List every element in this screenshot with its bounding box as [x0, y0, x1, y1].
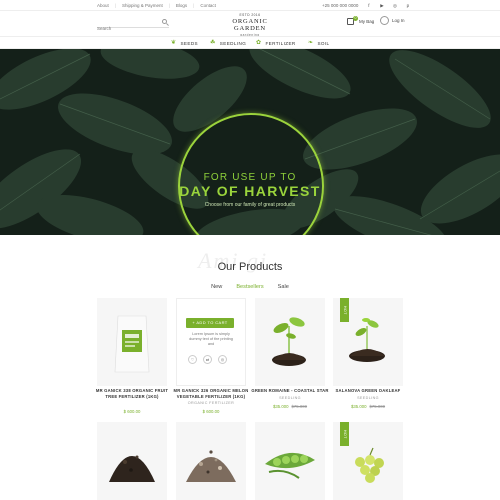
- hero-banner: FOR USE UP TO DAY OF HARVEST Choose from…: [0, 49, 500, 235]
- tab-bestsellers[interactable]: Bestsellers: [236, 284, 263, 290]
- price-current: $ 600.00: [123, 409, 141, 414]
- category-label: FERTILIZER: [265, 40, 296, 46]
- bag-icon: 0: [347, 16, 358, 25]
- product-actions: ♡ ⇄ ◎: [188, 355, 227, 364]
- peas-image: [265, 452, 315, 479]
- search-box: [97, 17, 169, 34]
- fertilizer-icon: ✿: [256, 40, 262, 46]
- top-link-shipping[interactable]: Shipping & Payment: [122, 3, 163, 8]
- category-label: SOIL: [317, 40, 330, 46]
- tab-sale[interactable]: Sale: [278, 284, 289, 290]
- seed-icon: ❦: [171, 40, 177, 46]
- top-bar: About | Shipping & Payment | Blogs | Con…: [0, 0, 500, 11]
- site-logo[interactable]: ESTD 2016 ORGANIC GARDEN gardening: [220, 13, 280, 37]
- cart-count-badge: 0: [353, 16, 358, 21]
- hero-subtitle: Choose from our family of great products: [204, 202, 296, 208]
- logo-est: ESTD 2016: [239, 13, 261, 17]
- product-price: $ 600.00: [171, 409, 251, 414]
- category-label: SEEDLING: [219, 40, 247, 46]
- product-card-7[interactable]: [255, 422, 325, 500]
- hero-headline-1: FOR USE UP TO: [203, 172, 297, 183]
- category-nav: ❦ SEEDS ☘ SEEDLING ✿ FERTILIZER ❧ SOIL: [0, 36, 500, 49]
- soil-pile-image: [109, 455, 155, 482]
- divider: |: [114, 3, 116, 8]
- header: ESTD 2016 ORGANIC GARDEN gardening 0 My …: [0, 11, 500, 37]
- product-name[interactable]: SALANOVA GREEN OAKLEAF: [328, 388, 408, 394]
- fertilizer-bag-image: [114, 315, 150, 373]
- price-current: $35.000: [272, 404, 289, 409]
- section-title: Our Products: [217, 261, 283, 273]
- product-name[interactable]: GREEN ROMAINE - COASTAL STAR: [250, 388, 330, 394]
- hot-badge: HOT: [340, 422, 349, 446]
- cart-label: My Bag: [359, 19, 375, 24]
- category-seeds[interactable]: ❦ SEEDS: [171, 40, 198, 46]
- pinterest-icon[interactable]: p: [405, 3, 410, 8]
- divider: |: [193, 3, 195, 8]
- search-input[interactable]: [97, 23, 159, 34]
- quick-view-icon[interactable]: ◎: [218, 355, 227, 364]
- category-fertilizer[interactable]: ✿ FERTILIZER: [256, 40, 296, 46]
- login-button[interactable]: Log In: [380, 16, 405, 25]
- youtube-icon[interactable]: ▶: [379, 3, 384, 8]
- top-link-contact[interactable]: Contact: [200, 3, 216, 8]
- category-soil[interactable]: ❧ SOIL: [308, 40, 330, 46]
- add-to-cart-button[interactable]: + ADD TO CART: [186, 318, 234, 328]
- phone-number: +25 000 000 0000: [322, 3, 359, 8]
- product-price: $35.000 $75.000: [328, 404, 408, 409]
- seedling-image: [272, 317, 306, 366]
- price-current: $ 600.00: [202, 409, 220, 414]
- product-price: $ 600.00: [92, 409, 172, 414]
- product-category: SEEDLING: [279, 396, 301, 400]
- product-description: Lorem Ipsum is simply dummy text of the …: [189, 332, 233, 346]
- product-card-6[interactable]: [176, 422, 246, 500]
- tab-new[interactable]: New: [211, 284, 222, 290]
- instagram-icon[interactable]: ◎: [392, 3, 397, 8]
- product-category: SEEDLING: [357, 396, 379, 400]
- product-tabs: New Bestsellers Sale: [0, 284, 500, 290]
- login-label: Log In: [392, 18, 405, 23]
- facebook-icon[interactable]: f: [366, 3, 371, 8]
- seedling-icon: ☘: [210, 40, 216, 46]
- heart-icon[interactable]: ♡: [188, 355, 197, 364]
- product-name[interactable]: MR GANICK 326 ORGANIC MELON VEGETABLE FE…: [171, 388, 251, 399]
- top-links: About | Shipping & Payment | Blogs | Con…: [97, 3, 216, 8]
- top-right: +25 000 000 0000 f ▶ ◎ p: [322, 3, 410, 8]
- product-card-5[interactable]: [97, 422, 167, 500]
- hot-badge: HOT: [340, 298, 349, 322]
- user-icon: [380, 16, 389, 25]
- hero-headline-2: DAY OF HARVEST: [179, 183, 321, 199]
- price-old: $75.000: [369, 404, 386, 409]
- product-card-1[interactable]: [97, 298, 167, 386]
- price-old: $75.000: [291, 404, 308, 409]
- category-label: SEEDS: [180, 40, 199, 46]
- product-name[interactable]: MR GANICK 338 ORGANIC FRUIT TREE FERTILI…: [92, 388, 172, 399]
- product-price: $35.000 $75.000: [250, 404, 330, 409]
- top-link-blogs[interactable]: Blogs: [176, 3, 187, 8]
- product-category: ORGANIC FERTILIZER: [187, 401, 235, 405]
- category-seedling[interactable]: ☘ SEEDLING: [210, 40, 246, 46]
- logo-name: ORGANIC GARDEN: [232, 18, 268, 32]
- cart-button[interactable]: 0 My Bag: [347, 16, 375, 25]
- divider: |: [168, 3, 170, 8]
- soil-icon: ❧: [308, 40, 314, 46]
- search-icon[interactable]: [162, 19, 167, 24]
- top-link-about[interactable]: About: [97, 3, 109, 8]
- compare-icon[interactable]: ⇄: [203, 355, 212, 364]
- product-card-3[interactable]: [255, 298, 325, 386]
- gravel-pile-image: [186, 450, 236, 482]
- price-current: $35.000: [350, 404, 367, 409]
